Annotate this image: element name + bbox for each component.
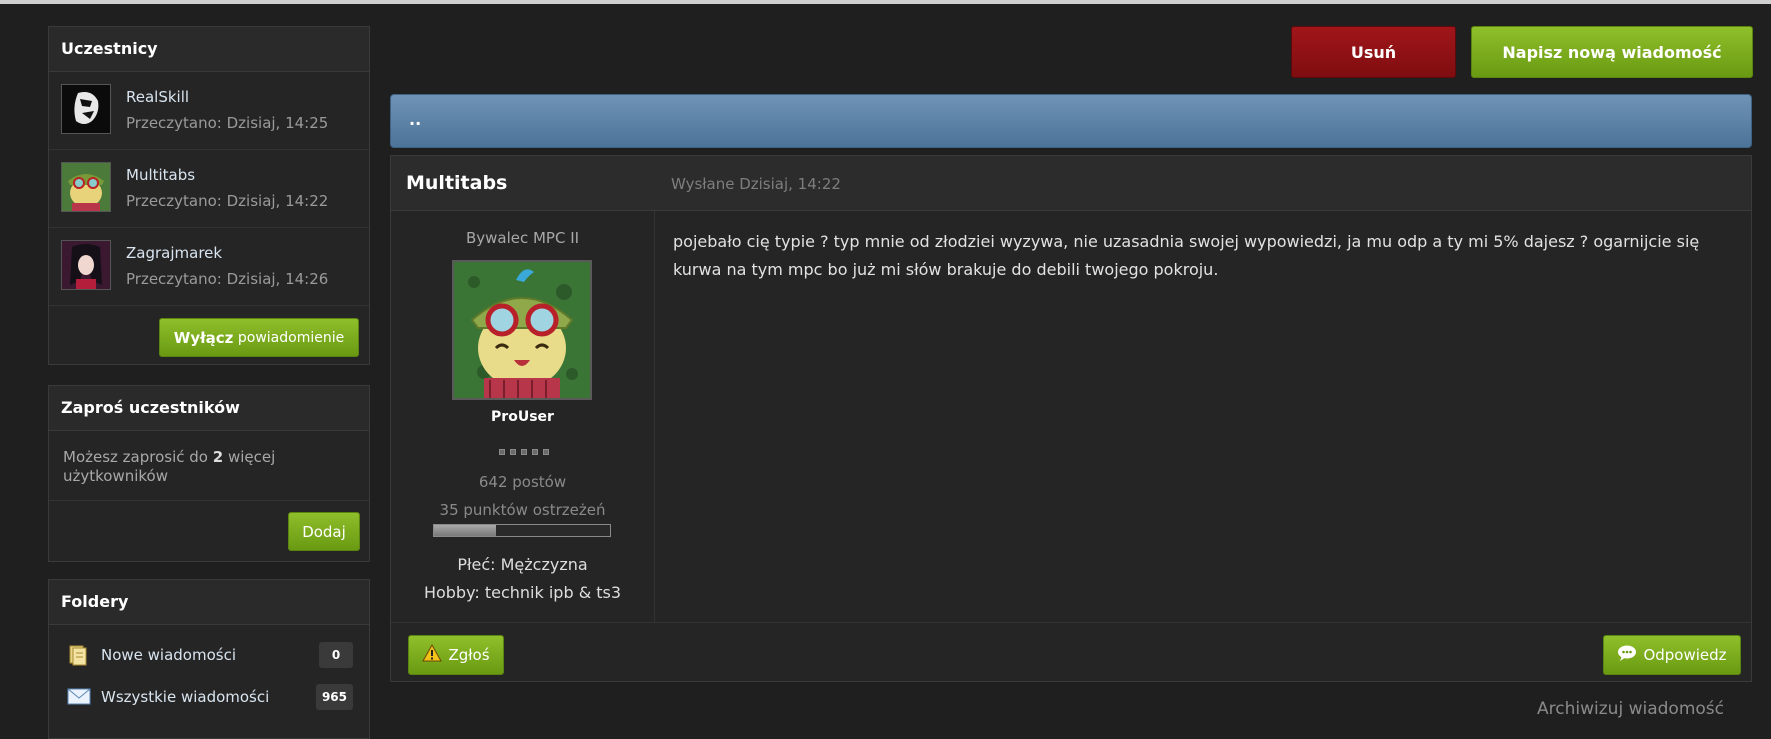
invite-title: Zaproś uczestników (49, 386, 369, 431)
warning-bar-fill (434, 525, 496, 536)
post-date: Wysłane Dzisiaj, 14:22 (671, 175, 841, 193)
post-header: Multitabs Wysłane Dzisiaj, 14:22 (391, 156, 1751, 211)
rating-pip (543, 449, 549, 455)
rating-pips (494, 449, 554, 457)
participant-read-time: Przeczytano: Dzisiaj, 14:22 (126, 192, 329, 210)
archive-link[interactable]: Archiwizuj wiadomość (1537, 699, 1724, 719)
folder-count-badge: 965 (315, 684, 353, 710)
participant-item: RealSkill Przeczytano: Dzisiaj, 14:25 (49, 72, 369, 150)
author-group: ProUser (491, 409, 554, 425)
new-message-button[interactable]: Napisz nową wiadomość (1471, 26, 1753, 78)
report-button[interactable]: Zgłoś (408, 635, 504, 675)
participant-read-time: Przeczytano: Dzisiaj, 14:26 (126, 270, 329, 288)
folders-box: Foldery Nowe wiadomości 0 Wszystkie wiad… (48, 579, 370, 739)
rating-pip (521, 449, 527, 455)
participant-name[interactable]: RealSkill (126, 88, 189, 106)
author-avatar[interactable] (452, 260, 592, 400)
report-label: Zgłoś (448, 646, 490, 664)
speech-bubble-icon (1617, 644, 1637, 666)
rating-pip (510, 449, 516, 455)
invite-box: Zaproś uczestników Możesz zaprosić do 2 … (48, 385, 370, 562)
folder-item-all[interactable]: Wszystkie wiadomości 965 (67, 682, 353, 712)
reply-button[interactable]: Odpowiedz (1603, 635, 1741, 675)
avatar[interactable] (61, 162, 111, 212)
post-author-name[interactable]: Multitabs (406, 172, 507, 194)
participants-box: Uczestnicy RealSkill Przeczytano: Dzisia… (48, 26, 370, 365)
folder-item-new[interactable]: Nowe wiadomości 0 (67, 640, 353, 670)
participant-name[interactable]: Multitabs (126, 166, 195, 184)
disable-notification-button[interactable]: Wyłącz powiadomienie (159, 318, 359, 357)
author-warnings[interactable]: 35 punktów ostrzeżeń (391, 501, 654, 519)
invite-count: 2 (212, 448, 224, 466)
folder-label: Wszystkie wiadomości (101, 688, 270, 706)
post-footer: Zgłoś Odpowiedz (391, 622, 1751, 681)
disable-notification-rest: powiadomienie (233, 329, 345, 346)
author-gender: Płeć: Mężczyzna (457, 555, 588, 574)
folders-title: Foldery (49, 580, 369, 625)
warning-bar (433, 524, 611, 537)
invite-text-before: Możesz zaprosić do (63, 448, 213, 466)
participants-title: Uczestnicy (49, 27, 369, 72)
browser-top-edge (0, 0, 1771, 4)
disable-notification-bold: Wyłącz (173, 328, 234, 347)
add-button[interactable]: Dodaj (288, 512, 360, 551)
invite-divider (49, 500, 369, 501)
author-hobby: Hobby: technik ipb & ts3 (423, 583, 622, 602)
conversation-title: .. (390, 94, 1752, 148)
folder-count-badge: 0 (319, 642, 353, 668)
folder-docs-icon (67, 644, 89, 670)
rating-pip (499, 449, 505, 455)
author-rank: Bywalec MPC II (465, 229, 580, 247)
author-info: Bywalec MPC II ProUser 642 postów 35 pun… (391, 211, 655, 622)
avatar[interactable] (61, 240, 111, 290)
message-post: Multitabs Wysłane Dzisiaj, 14:22 Bywalec… (390, 155, 1752, 682)
participant-read-time: Przeczytano: Dzisiaj, 14:25 (126, 114, 329, 132)
reply-label: Odpowiedz (1643, 646, 1727, 664)
avatar[interactable] (61, 84, 111, 134)
participant-name[interactable]: Zagrajmarek (126, 244, 222, 262)
envelope-icon (67, 686, 91, 710)
author-post-count: 642 postów (478, 473, 567, 491)
folder-label: Nowe wiadomości (101, 646, 237, 664)
delete-button[interactable]: Usuń (1291, 26, 1456, 78)
post-body-text: pojebało cię typie ? typ mnie od złodzie… (673, 232, 1700, 279)
participant-item: Zagrajmarek Przeczytano: Dzisiaj, 14:26 (49, 228, 369, 306)
participant-item: Multitabs Przeczytano: Dzisiaj, 14:22 (49, 150, 369, 228)
warning-icon (422, 643, 443, 666)
rating-pip (532, 449, 538, 455)
invite-text: Możesz zaprosić do 2 więcej użytkowników (63, 448, 333, 486)
